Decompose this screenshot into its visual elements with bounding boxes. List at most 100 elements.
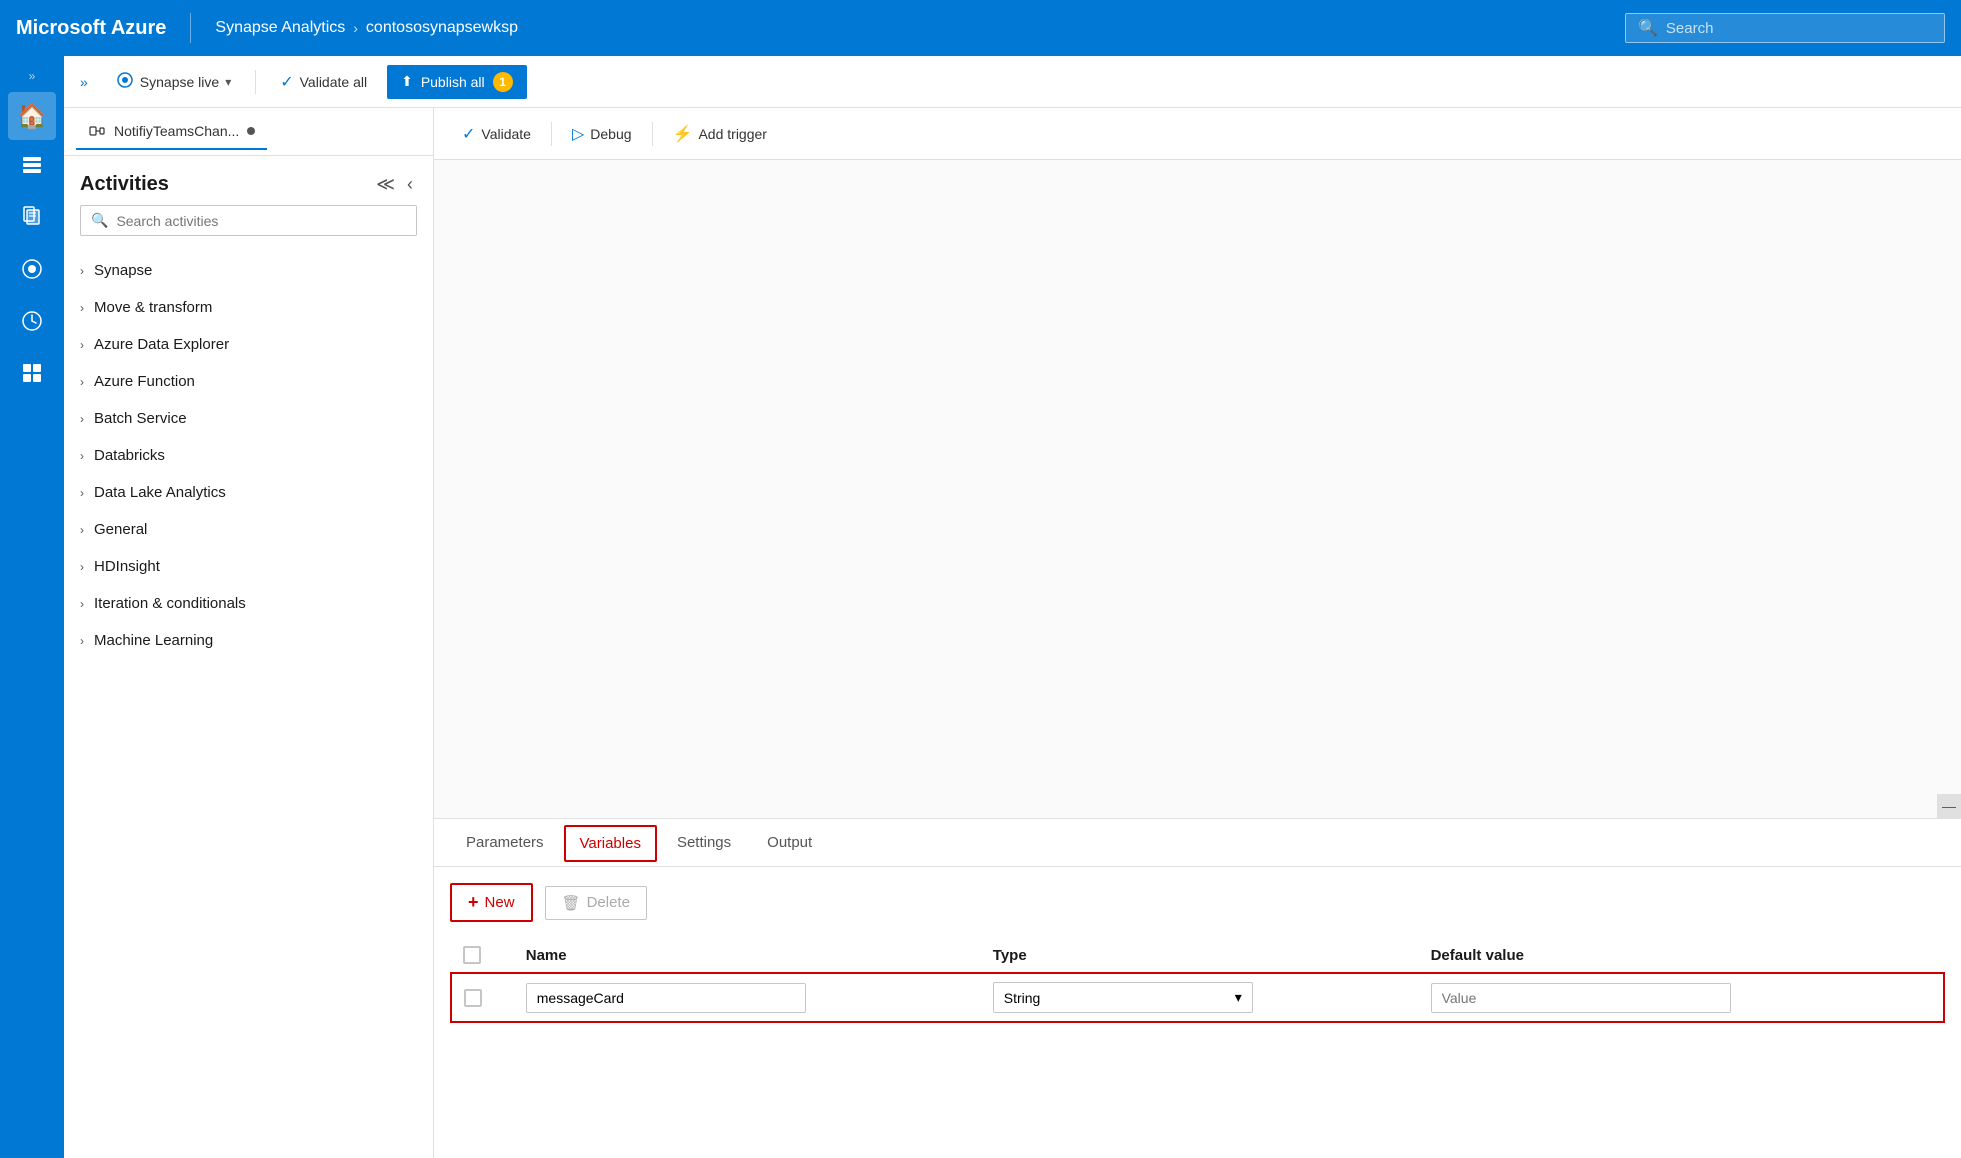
debug-button[interactable]: ▷ Debug bbox=[560, 118, 644, 150]
canvas-area: ✓ Validate ▷ Debug ⚡ Add trigger bbox=[434, 108, 1961, 1158]
activity-item-move-transform[interactable]: › Move & transform bbox=[64, 289, 433, 326]
search-icon: 🔍 bbox=[1638, 18, 1658, 38]
var-type-label: String bbox=[1004, 990, 1041, 1006]
sidebar-item-storage[interactable] bbox=[8, 144, 56, 192]
activity-chevron-icon-4: › bbox=[80, 375, 84, 389]
icon-sidebar: » 🏠 bbox=[0, 56, 64, 1158]
toolbar-divider-1 bbox=[255, 70, 256, 94]
nav-chevron-icon: › bbox=[353, 20, 358, 36]
canvas-divider-2 bbox=[652, 122, 653, 146]
activity-item-synapse[interactable]: › Synapse bbox=[64, 252, 433, 289]
new-label: New bbox=[485, 894, 515, 911]
activity-label-batch-service: Batch Service bbox=[94, 410, 187, 427]
search-input[interactable] bbox=[1666, 20, 1932, 37]
table-row: String ▾ bbox=[451, 973, 1944, 1022]
activity-chevron-icon-11: › bbox=[80, 634, 84, 648]
activity-label-machine-learning: Machine Learning bbox=[94, 632, 213, 649]
activity-chevron-icon-10: › bbox=[80, 597, 84, 611]
sidebar-item-data[interactable] bbox=[8, 248, 56, 296]
synapse-live-chevron-icon: ▾ bbox=[225, 75, 231, 89]
lightning-icon: ⚡ bbox=[673, 124, 693, 144]
secondary-toolbar: » Synapse live ▾ ✓ Validate all ⬆ Publis… bbox=[64, 56, 1961, 108]
sidebar-item-home[interactable]: 🏠 bbox=[8, 92, 56, 140]
tab-variables[interactable]: Variables bbox=[564, 825, 657, 862]
validate-button[interactable]: ✓ Validate bbox=[450, 118, 543, 150]
new-variable-button[interactable]: + New bbox=[450, 883, 533, 922]
topbar: Microsoft Azure Synapse Analytics › cont… bbox=[0, 0, 1961, 56]
var-default-input[interactable] bbox=[1431, 983, 1731, 1013]
activities-search-input[interactable] bbox=[116, 213, 406, 229]
minimize-handle[interactable]: — bbox=[1937, 794, 1961, 818]
trash-icon: 🗑 bbox=[562, 894, 581, 912]
delete-label: Delete bbox=[587, 894, 630, 911]
pipeline-tab-label: NotifiyTeamsChan... bbox=[114, 123, 239, 139]
pipeline-tab-icon bbox=[88, 122, 106, 140]
pipeline-tab[interactable]: NotifiyTeamsChan... bbox=[76, 114, 267, 150]
sidebar-item-manage[interactable] bbox=[8, 352, 56, 400]
activity-item-iteration-conditionals[interactable]: › Iteration & conditionals bbox=[64, 585, 433, 622]
activity-label-databricks: Databricks bbox=[94, 447, 165, 464]
tab-settings[interactable]: Settings bbox=[661, 824, 747, 863]
bottom-panel: Parameters Variables Settings Output bbox=[434, 818, 1961, 1158]
synapse-live-label: Synapse live bbox=[140, 74, 219, 90]
activity-chevron-icon-6: › bbox=[80, 449, 84, 463]
tab-output-label: Output bbox=[767, 834, 812, 851]
plus-icon: + bbox=[468, 892, 479, 913]
documents-icon bbox=[20, 205, 44, 235]
body-split: NotifiyTeamsChan... Activities ≪ ‹ 🔍 bbox=[64, 108, 1961, 1158]
activity-label-azure-function: Azure Function bbox=[94, 373, 195, 390]
validate-all-button[interactable]: ✓ Validate all bbox=[268, 66, 379, 98]
topbar-divider bbox=[190, 13, 191, 43]
canvas-main: — bbox=[434, 160, 1961, 818]
activity-item-batch-service[interactable]: › Batch Service bbox=[64, 400, 433, 437]
tab-output[interactable]: Output bbox=[751, 824, 828, 863]
col-header-type: Type bbox=[981, 938, 1419, 973]
activity-item-azure-data-explorer[interactable]: › Azure Data Explorer bbox=[64, 326, 433, 363]
tab-variables-label: Variables bbox=[580, 835, 641, 852]
publish-badge: 1 bbox=[493, 72, 513, 92]
monitor-icon bbox=[20, 309, 44, 339]
activity-item-machine-learning[interactable]: › Machine Learning bbox=[64, 622, 433, 659]
row-checkbox[interactable] bbox=[464, 989, 482, 1007]
add-trigger-button[interactable]: ⚡ Add trigger bbox=[661, 118, 779, 150]
activities-panel: NotifiyTeamsChan... Activities ≪ ‹ 🔍 bbox=[64, 108, 434, 1158]
activities-search-icon: 🔍 bbox=[91, 212, 108, 229]
activities-search-box[interactable]: 🔍 bbox=[80, 205, 417, 236]
sidebar-item-documents[interactable] bbox=[8, 196, 56, 244]
sidebar-item-monitor[interactable] bbox=[8, 300, 56, 348]
activity-label-general: General bbox=[94, 521, 147, 538]
activity-item-data-lake-analytics[interactable]: › Data Lake Analytics bbox=[64, 474, 433, 511]
publish-icon: ⬆ bbox=[401, 73, 413, 90]
activity-item-general[interactable]: › General bbox=[64, 511, 433, 548]
activity-label-data-lake-analytics: Data Lake Analytics bbox=[94, 484, 226, 501]
var-type-chevron-icon: ▾ bbox=[1235, 989, 1242, 1006]
var-name-input[interactable] bbox=[526, 983, 806, 1013]
variables-table: Name Type Default value bbox=[450, 938, 1945, 1023]
tab-parameters[interactable]: Parameters bbox=[450, 824, 560, 863]
activity-label-hdinsight: HDInsight bbox=[94, 558, 160, 575]
tab-settings-label: Settings bbox=[677, 834, 731, 851]
sidebar-expand-button[interactable]: » bbox=[8, 64, 56, 88]
table-header-row: Name Type Default value bbox=[451, 938, 1944, 973]
collapse-double-icon[interactable]: ≪ bbox=[372, 172, 399, 197]
collapse-single-icon[interactable]: ‹ bbox=[403, 172, 417, 197]
validate-icon: ✓ bbox=[280, 72, 293, 92]
home-icon: 🏠 bbox=[17, 102, 47, 131]
debug-label: Debug bbox=[590, 126, 631, 142]
brand-label: Microsoft Azure bbox=[16, 17, 166, 40]
col-header-name: Name bbox=[514, 938, 981, 973]
select-all-checkbox[interactable] bbox=[463, 946, 481, 964]
publish-all-button[interactable]: ⬆ Publish all 1 bbox=[387, 65, 527, 99]
activity-item-azure-function[interactable]: › Azure Function bbox=[64, 363, 433, 400]
global-search[interactable]: 🔍 bbox=[1625, 13, 1945, 43]
synapse-live-button[interactable]: Synapse live ▾ bbox=[104, 65, 243, 98]
activity-label-synapse: Synapse bbox=[94, 262, 152, 279]
collapse-icons: ≪ ‹ bbox=[372, 172, 417, 197]
activity-chevron-icon-9: › bbox=[80, 560, 84, 574]
variables-content: + New 🗑 Delete bbox=[434, 867, 1961, 1158]
var-type-select[interactable]: String ▾ bbox=[993, 982, 1253, 1013]
activity-item-databricks[interactable]: › Databricks bbox=[64, 437, 433, 474]
toolbar-expand-icon[interactable]: » bbox=[80, 74, 88, 90]
activity-item-hdinsight[interactable]: › HDInsight bbox=[64, 548, 433, 585]
validate-check-icon: ✓ bbox=[462, 124, 475, 144]
